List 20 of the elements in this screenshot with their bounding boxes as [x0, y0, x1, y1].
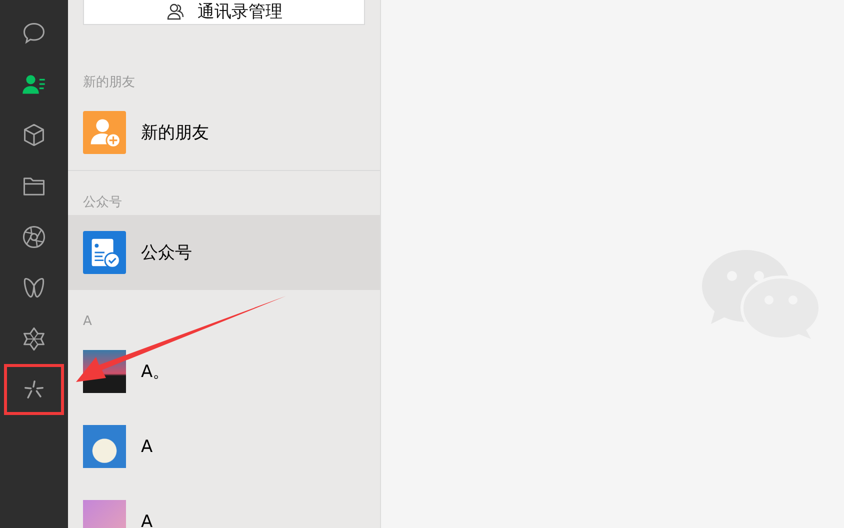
hexagram-icon[interactable] [21, 326, 47, 352]
contact-item[interactable]: A [68, 484, 380, 528]
add-person-icon [83, 111, 126, 154]
photo-placeholder [83, 425, 126, 468]
contact-name: 新的朋友 [141, 122, 209, 144]
contact-item[interactable]: 公众号 [68, 215, 380, 290]
aperture-icon[interactable] [21, 224, 47, 250]
cube-icon[interactable] [21, 122, 47, 148]
badge-card-icon [83, 231, 126, 274]
section-header: 公众号 [82, 194, 123, 212]
section-header: A [82, 313, 93, 331]
contact-name: A。 [141, 361, 170, 383]
contact-name: A [141, 436, 153, 456]
section-header: 新的朋友 [82, 74, 136, 92]
contact-item[interactable]: A [68, 409, 380, 484]
contact-name: 公众号 [141, 242, 192, 264]
contact-name: A [141, 512, 153, 528]
contacts-manage-button[interactable]: 通讯录管理 [83, 0, 365, 25]
contact-item[interactable]: 新的朋友 [68, 95, 380, 171]
people-icon [166, 2, 186, 22]
